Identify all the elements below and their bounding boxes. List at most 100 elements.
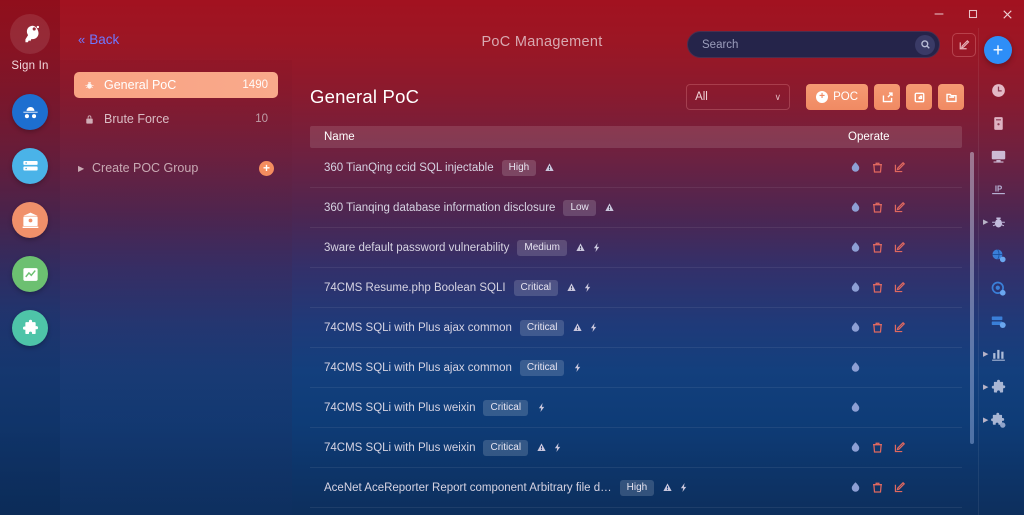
rail-item-puzzle[interactable]: ▶ [983, 376, 1013, 398]
sidebar-item-bug-bank[interactable] [12, 202, 48, 238]
alert-icon [573, 323, 583, 331]
delete-icon[interactable] [870, 321, 884, 335]
row-flags [572, 362, 583, 373]
ip-icon: IP [991, 184, 1005, 194]
delete-icon[interactable] [870, 481, 884, 495]
close-icon[interactable] [990, 0, 1024, 28]
run-icon[interactable] [848, 401, 862, 415]
sidebar-item-count: 1490 [242, 79, 268, 91]
add-button[interactable]: + [984, 36, 1012, 64]
chevron-right-icon[interactable]: ▶ [983, 383, 988, 391]
run-icon[interactable] [848, 321, 862, 335]
run-icon[interactable] [848, 161, 862, 175]
rail-item-monitor[interactable] [983, 145, 1013, 167]
edit-icon[interactable] [892, 201, 906, 215]
puzzle-icon [22, 319, 38, 334]
sign-in-label[interactable]: Sign In [11, 60, 48, 72]
delete-icon[interactable] [870, 201, 884, 215]
back-button[interactable]: « Back [78, 32, 119, 47]
back-chevron-icon: « [78, 32, 86, 47]
rail-item-scan[interactable] [983, 277, 1013, 299]
server-icon [993, 116, 1003, 130]
row-flags [536, 442, 563, 453]
edit-icon[interactable] [892, 481, 906, 495]
maximize-icon[interactable] [956, 0, 990, 28]
table-row[interactable]: 360 Tianqing database information disclo… [310, 188, 962, 228]
search-input[interactable] [702, 38, 915, 51]
edit-icon[interactable] [892, 321, 906, 335]
run-icon[interactable] [848, 441, 862, 455]
rail-item-bug[interactable]: ▶ [983, 211, 1013, 233]
add-poc-button[interactable]: + POC [806, 84, 868, 110]
bar-chart-icon [991, 349, 1005, 361]
spy-icon [22, 106, 38, 118]
rail-item-server[interactable] [983, 112, 1013, 134]
chevron-right-icon[interactable]: ▶ [983, 218, 988, 226]
run-icon[interactable] [848, 241, 862, 255]
sidebar-item-label: General PoC [104, 78, 177, 92]
sidebar-item-database[interactable] [12, 148, 48, 184]
run-icon[interactable] [848, 201, 862, 215]
search-box[interactable] [687, 31, 940, 58]
delete-icon[interactable] [870, 281, 884, 295]
table-row[interactable]: 74CMS SQLi with Plus ajax common Critica… [310, 308, 962, 348]
sidebar-item-puzzle[interactable] [12, 310, 48, 346]
rail-item-plugin-settings[interactable]: ▶ [983, 409, 1013, 431]
sidebar-item-general-poc[interactable]: General PoC 1490 [74, 72, 278, 98]
window-controls [922, 0, 1024, 28]
poc-name: 74CMS SQLi with Plus ajax common [324, 321, 512, 334]
globe-vuln-icon [991, 248, 1006, 262]
rail-item-database-lock[interactable] [983, 310, 1013, 332]
edit-icon[interactable] [892, 281, 906, 295]
import-button[interactable] [906, 84, 932, 110]
rail-item-clock[interactable] [983, 79, 1013, 101]
delete-icon[interactable] [870, 441, 884, 455]
plugin-settings-icon [990, 412, 1005, 428]
alert-icon [663, 483, 672, 491]
search-button[interactable] [915, 34, 935, 55]
severity-badge: High [501, 159, 537, 176]
delete-icon[interactable] [870, 241, 884, 255]
run-icon[interactable] [848, 481, 862, 495]
alert-icon [576, 243, 585, 251]
alert-icon [537, 443, 546, 451]
bug-icon [84, 80, 97, 91]
severity-badge: Critical [483, 439, 529, 456]
app-logo[interactable] [10, 14, 50, 54]
edit-icon[interactable] [892, 161, 906, 175]
add-group-button[interactable]: + [259, 160, 274, 176]
edit-icon[interactable] [892, 441, 906, 455]
create-poc-group-row[interactable]: ▶ Create POC Group + [74, 156, 278, 180]
table-row[interactable]: 3ware default password vulnerability Med… [310, 228, 962, 268]
poc-name: AceNet AceReporter Report component Arbi… [324, 481, 612, 494]
export-button[interactable] [874, 84, 900, 110]
poc-name: 74CMS SQLi with Plus weixin [324, 441, 476, 454]
export-icon [882, 91, 893, 102]
rail-item-ip[interactable]: IP [983, 178, 1013, 200]
sidebar-item-spy[interactable] [12, 94, 48, 130]
table-row[interactable]: AceNet AceReporter Report component Arbi… [310, 468, 962, 508]
folder-button[interactable] [938, 84, 964, 110]
delete-icon[interactable] [870, 161, 884, 175]
rail-item-bar-chart[interactable]: ▶ [983, 343, 1013, 365]
filter-select[interactable]: All ∨ [686, 84, 791, 110]
run-icon[interactable] [848, 361, 862, 375]
table-row[interactable]: 74CMS SQLi with Plus weixin Critical [310, 388, 962, 428]
sidebar-item-brute-force[interactable]: Brute Force 10 [74, 106, 278, 132]
minimize-icon[interactable] [922, 0, 956, 28]
chevron-right-icon[interactable]: ▶ [78, 164, 92, 173]
chevron-right-icon[interactable]: ▶ [983, 350, 988, 358]
run-icon[interactable] [848, 281, 862, 295]
alert-icon [605, 203, 614, 211]
table-header-row: Name Operate [310, 126, 962, 148]
table-row[interactable]: 360 TianQing ccid SQL injectable High [310, 148, 962, 188]
table-row[interactable]: 74CMS Resume.php Boolean SQLI Critical [310, 268, 962, 308]
chevron-right-icon[interactable]: ▶ [983, 416, 988, 424]
edit-icon[interactable] [892, 241, 906, 255]
sidebar-item-chart[interactable] [12, 256, 48, 292]
table-row[interactable]: 74CMS SQLi with Plus ajax common Critica… [310, 348, 962, 388]
row-name-cell: 360 TianQing ccid SQL injectable High [324, 159, 848, 176]
severity-badge: Critical [513, 279, 559, 296]
rail-item-globe-vuln[interactable] [983, 244, 1013, 266]
table-row[interactable]: 74CMS SQLi with Plus weixin Critical [310, 428, 962, 468]
